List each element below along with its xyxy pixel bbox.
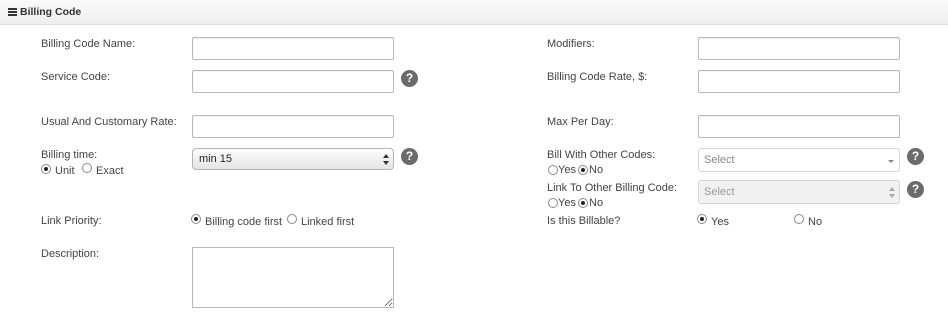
is-billable-yes-label: Yes xyxy=(711,216,729,228)
link-to-other-label: Link To Other Billing Code: xyxy=(547,182,678,194)
select-arrows-icon xyxy=(383,154,389,165)
max-per-day-label: Max Per Day: xyxy=(547,116,614,128)
link-to-other-select[interactable]: Select xyxy=(698,180,900,204)
link-to-other-help-icon[interactable]: ? xyxy=(907,181,924,198)
bill-with-other-label: Bill With Other Codes: xyxy=(547,149,656,161)
billing-time-exact-label: Exact xyxy=(96,165,124,177)
max-per-day-input[interactable] xyxy=(698,115,900,138)
link-priority-billing-first-label: Billing code first xyxy=(205,216,283,228)
bill-with-other-no-label: No xyxy=(589,164,604,176)
modifiers-label: Modifiers: xyxy=(547,38,595,50)
panel-header[interactable]: Billing Code xyxy=(0,0,948,25)
usual-rate-input[interactable] xyxy=(192,115,394,138)
modifiers-input[interactable] xyxy=(698,37,900,60)
is-billable-no-radio[interactable] xyxy=(794,214,804,224)
link-to-other-select-placeholder: Select xyxy=(704,186,735,198)
is-billable-label: Is this Billable? xyxy=(547,215,621,227)
billing-time-select-value: min 15 xyxy=(199,153,233,165)
menu-icon[interactable] xyxy=(8,8,17,16)
link-priority-billing-first-radio[interactable] xyxy=(191,214,201,224)
link-to-other-yes-label: Yes xyxy=(558,197,576,209)
select-arrows-icon xyxy=(889,187,895,198)
billing-time-unit-label: Unit xyxy=(55,165,75,177)
link-priority-linked-first-radio[interactable] xyxy=(287,214,297,224)
bill-with-other-select[interactable]: Select xyxy=(698,148,900,172)
panel-title: Billing Code xyxy=(20,6,82,18)
service-code-input[interactable] xyxy=(192,70,394,93)
billing-time-label: Billing time: xyxy=(41,149,98,161)
billing-time-unit-radio[interactable] xyxy=(41,164,51,174)
description-label: Description: xyxy=(41,248,100,260)
link-to-other-no-radio[interactable] xyxy=(578,198,588,208)
bill-with-other-yes-label: Yes xyxy=(558,164,576,176)
service-code-help-icon[interactable]: ? xyxy=(401,70,418,87)
usual-rate-label: Usual And Customary Rate: xyxy=(41,116,177,128)
link-priority-linked-first-label: Linked first xyxy=(301,216,355,228)
billing-time-help-icon[interactable]: ? xyxy=(401,148,418,165)
link-priority-label: Link Priority: xyxy=(41,215,102,227)
chevron-down-icon xyxy=(888,160,894,163)
link-to-other-yes-radio[interactable] xyxy=(548,198,558,208)
billing-code-rate-label: Billing Code Rate, $: xyxy=(547,71,648,83)
billing-code-rate-input[interactable] xyxy=(698,70,900,93)
bill-with-other-yes-radio[interactable] xyxy=(548,165,558,175)
bill-with-other-select-placeholder: Select xyxy=(704,154,735,166)
is-billable-no-label: No xyxy=(808,216,823,228)
bill-with-other-help-icon[interactable]: ? xyxy=(907,148,924,165)
service-code-label: Service Code: xyxy=(41,71,111,83)
description-textarea[interactable] xyxy=(192,247,394,308)
billing-code-name-input[interactable] xyxy=(192,37,394,60)
is-billable-yes-radio[interactable] xyxy=(697,214,707,224)
link-to-other-no-label: No xyxy=(589,197,604,209)
billing-code-name-label: Billing Code Name: xyxy=(41,38,136,50)
billing-time-select[interactable]: min 15 xyxy=(192,148,394,170)
bill-with-other-no-radio[interactable] xyxy=(578,165,588,175)
billing-time-exact-radio[interactable] xyxy=(82,163,92,173)
